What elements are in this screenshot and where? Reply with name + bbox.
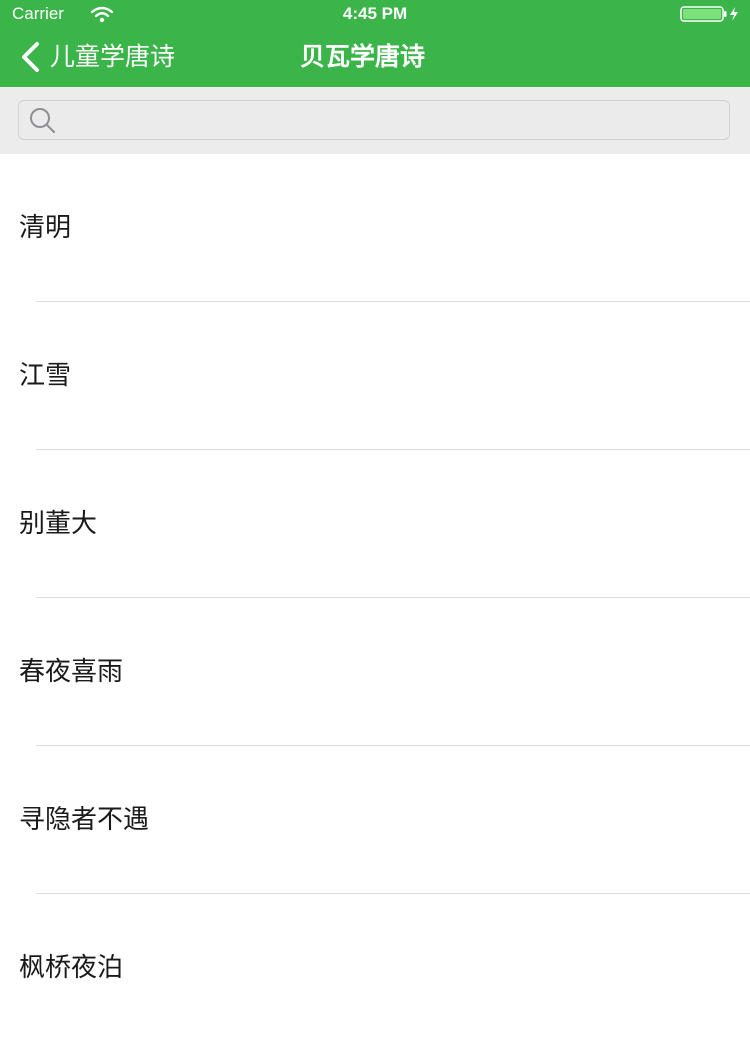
poem-title: 枫桥夜泊 [19, 953, 124, 983]
poem-title: 春夜喜雨 [19, 657, 124, 687]
search-bar [0, 87, 750, 154]
status-time: 4:45 PM [342, 4, 408, 23]
poem-title: 寻隐者不遇 [19, 805, 150, 835]
back-button[interactable]: 儿童学唐诗 [18, 38, 175, 76]
navigation-bar: 儿童学唐诗 贝瓦学唐诗 [0, 28, 750, 87]
list-item[interactable]: 别董大 [0, 450, 750, 598]
list-item[interactable]: 寻隐者不遇 [0, 746, 750, 894]
poem-title: 清明 [19, 213, 72, 243]
battery-icon [680, 6, 738, 22]
back-button-label: 儿童学唐诗 [50, 42, 176, 71]
page-title: 贝瓦学唐诗 [300, 42, 426, 71]
poem-title: 别董大 [19, 509, 98, 539]
status-bar: Carrier 4:45 PM [0, 0, 750, 28]
search-input[interactable] [57, 101, 729, 139]
search-icon [30, 108, 55, 133]
list-item[interactable]: 清明 [0, 154, 750, 302]
app-header: Carrier 4:45 PM 儿童学唐诗 贝瓦学唐诗 [0, 0, 750, 87]
search-field[interactable] [18, 100, 730, 140]
list-item[interactable]: 春夜喜雨 [0, 598, 750, 746]
chevron-left-icon [22, 42, 39, 72]
list-item[interactable]: 江雪 [0, 302, 750, 450]
poem-title: 江雪 [19, 361, 72, 391]
poem-list: 清明 江雪 别董大 春夜喜雨 寻隐者不遇 枫桥夜泊 [0, 154, 750, 1042]
list-item[interactable]: 枫桥夜泊 [0, 894, 750, 1042]
